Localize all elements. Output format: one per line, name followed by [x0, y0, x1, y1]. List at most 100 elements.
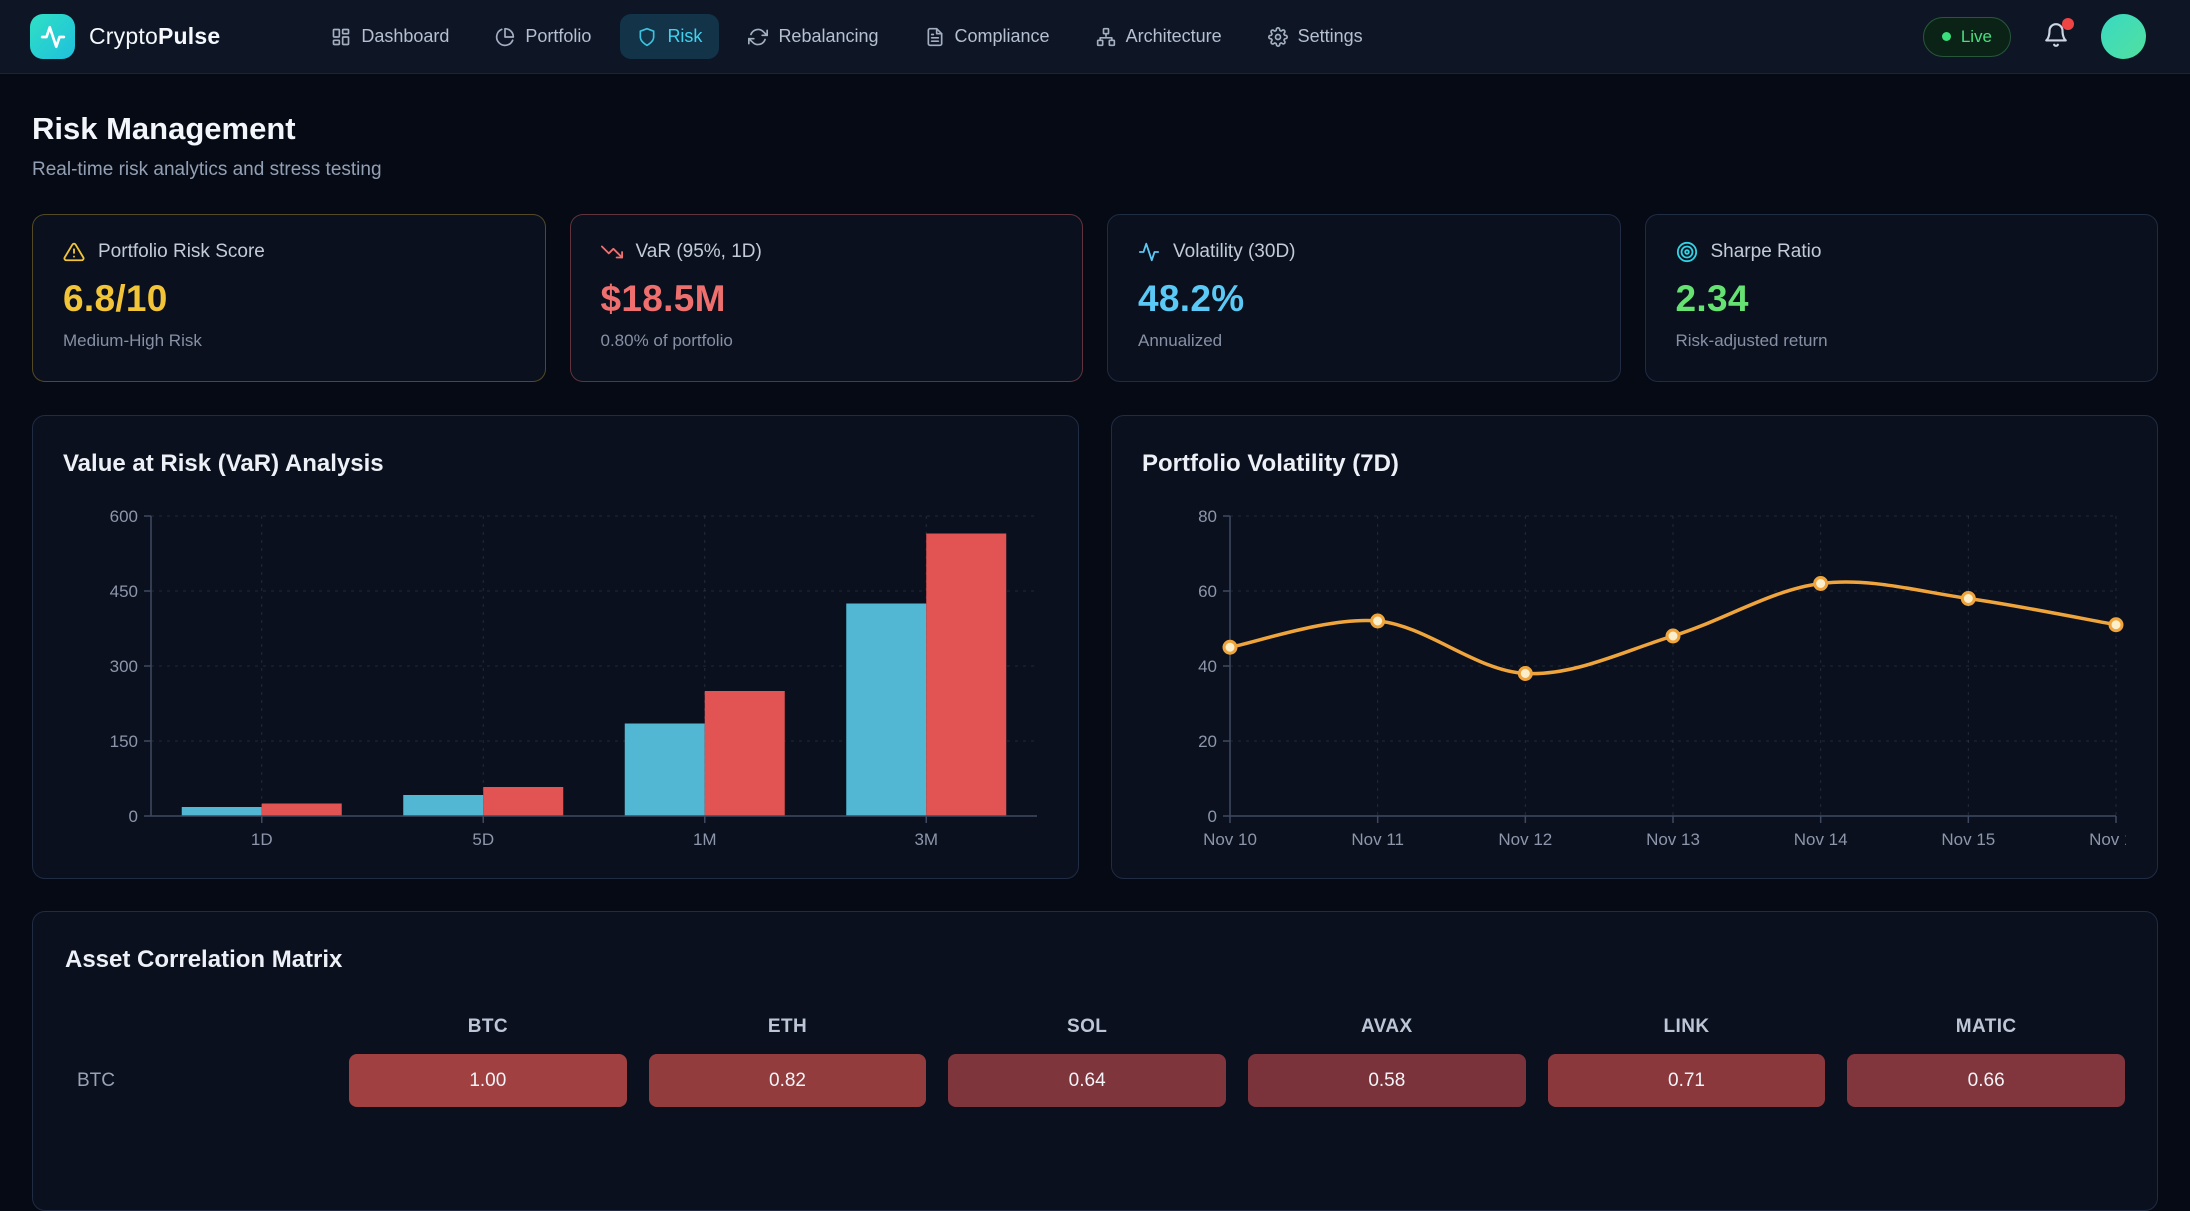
- matrix-cell: 0.64: [948, 1054, 1226, 1107]
- nav-item-label: Dashboard: [361, 26, 449, 47]
- charts-row: Value at Risk (VaR) Analysis 0 150 300 450 6…: [32, 415, 2158, 879]
- shield-icon: [637, 27, 657, 47]
- matrix-column-header-eth: ETH: [649, 1016, 927, 1038]
- nav-item-label: Rebalancing: [778, 26, 878, 47]
- document-icon: [925, 27, 945, 47]
- nav-item-label: Settings: [1298, 26, 1363, 47]
- gear-icon: [1268, 27, 1288, 47]
- svg-text:300: 300: [110, 657, 138, 676]
- stat-value: 48.2%: [1138, 278, 1590, 320]
- matrix-cell: 0.66: [1847, 1054, 2125, 1107]
- nav-item-settings[interactable]: Settings: [1251, 14, 1380, 59]
- nav-item-label: Portfolio: [525, 26, 591, 47]
- svg-text:3M: 3M: [914, 830, 938, 849]
- live-badge[interactable]: Live: [1923, 17, 2011, 57]
- stat-card-volatility: Volatility (30D)48.2%Annualized: [1107, 214, 1621, 382]
- nav-item-dashboard[interactable]: Dashboard: [314, 14, 466, 59]
- brand-name-regular: Crypto: [89, 23, 158, 49]
- nav-item-architecture[interactable]: Architecture: [1079, 14, 1239, 59]
- svg-text:80: 80: [1198, 507, 1217, 526]
- stat-label: Volatility (30D): [1173, 241, 1296, 263]
- nav-item-label: Risk: [667, 26, 702, 47]
- nav-item-portfolio[interactable]: Portfolio: [478, 14, 608, 59]
- stat-label: Sharpe Ratio: [1711, 241, 1822, 263]
- volatility-line-chart: 020406080Nov 10Nov 11Nov 12Nov 13Nov 14N…: [1142, 502, 2126, 854]
- stat-label-row: VaR (95%, 1D): [601, 241, 1053, 263]
- live-label: Live: [1961, 27, 1992, 47]
- matrix-column-header-sol: SOL: [948, 1016, 1226, 1038]
- stat-sub: 0.80% of portfolio: [601, 331, 1053, 351]
- matrix-title: Asset Correlation Matrix: [65, 946, 2125, 974]
- logo: [30, 14, 75, 59]
- stat-value: 6.8/10: [63, 278, 515, 320]
- page-subtitle: Real-time risk analytics and stress test…: [32, 159, 2158, 181]
- activity-icon: [40, 24, 66, 50]
- matrix-cell: 0.71: [1548, 1054, 1826, 1107]
- stat-label: Portfolio Risk Score: [98, 241, 265, 263]
- stat-label-row: Volatility (30D): [1138, 241, 1590, 263]
- matrix-column-header-btc: BTC: [349, 1016, 627, 1038]
- topbar-right: Live: [1923, 14, 2146, 59]
- var-bar-chart: 0 150 300 450 600 1D 5D 1M 3M: [63, 502, 1045, 854]
- stat-card-sharpe: Sharpe Ratio 2.34 Risk-adjusted return: [1645, 214, 2159, 382]
- svg-text:600: 600: [110, 507, 138, 526]
- brand[interactable]: CryptoPulse: [30, 14, 220, 59]
- svg-text:5D: 5D: [472, 830, 494, 849]
- matrix-cell: 1.00: [349, 1054, 627, 1107]
- target-icon: [1676, 241, 1698, 263]
- var-chart-card: Value at Risk (VaR) Analysis 0 150 300 450 6…: [32, 415, 1079, 879]
- var-chart-title: Value at Risk (VaR) Analysis: [63, 450, 1048, 478]
- svg-text:150: 150: [110, 732, 138, 751]
- matrix-row-label-btc: BTC: [65, 1070, 327, 1092]
- brand-name: CryptoPulse: [89, 23, 220, 50]
- svg-text:20: 20: [1198, 732, 1217, 751]
- svg-text:450: 450: [110, 582, 138, 601]
- matrix-column-header-link: LINK: [1548, 1016, 1826, 1038]
- risk-management-page: Risk Management Real-time risk analytics…: [0, 111, 2190, 1211]
- stat-label: VaR (95%, 1D): [636, 241, 762, 263]
- refresh-icon: [748, 27, 768, 47]
- trending-down-icon: [601, 241, 623, 263]
- stat-card-var: VaR (95%, 1D) $18.5M 0.80% of portfolio: [570, 214, 1084, 382]
- topbar: CryptoPulse Dashboard Portfolio Risk Rebala…: [0, 0, 2190, 74]
- pie-chart-icon: [495, 27, 515, 47]
- svg-text:40: 40: [1198, 657, 1217, 676]
- main-nav: Dashboard Portfolio Risk Rebalancing Complia…: [314, 14, 1379, 59]
- live-dot-icon: [1942, 32, 1951, 41]
- svg-text:0: 0: [1208, 807, 1217, 826]
- notification-dot: [2062, 18, 2074, 30]
- matrix-cell: 0.58: [1248, 1054, 1526, 1107]
- volatility-chart-card: Portfolio Volatility (7D) 020406080Nov 1…: [1111, 415, 2158, 879]
- matrix-column-header-avax: AVAX: [1248, 1016, 1526, 1038]
- svg-text:Nov 15: Nov 15: [1941, 830, 1995, 849]
- stat-card-risk-score: Portfolio Risk Score 6.8/10 Medium-High Ri…: [32, 214, 546, 382]
- nav-item-compliance[interactable]: Compliance: [908, 14, 1067, 59]
- warning-icon: [63, 241, 85, 263]
- stat-sub: Medium-High Risk: [63, 331, 515, 351]
- stat-value: 2.34: [1676, 278, 2128, 320]
- stat-sub: Risk-adjusted return: [1676, 331, 2128, 351]
- svg-text:1M: 1M: [693, 830, 717, 849]
- svg-text:Nov 11: Nov 11: [1351, 830, 1404, 849]
- nav-item-risk[interactable]: Risk: [620, 14, 719, 59]
- correlation-matrix-card: Asset Correlation Matrix BTC ETH SOL AVAX LI…: [32, 911, 2158, 1211]
- architecture-icon: [1096, 27, 1116, 47]
- stat-label-row: Portfolio Risk Score: [63, 241, 515, 263]
- notifications-button[interactable]: [2041, 20, 2071, 53]
- activity-icon: [1138, 241, 1160, 263]
- stat-label-row: Sharpe Ratio: [1676, 241, 2128, 263]
- svg-text:1D: 1D: [251, 830, 273, 849]
- svg-text:Nov 16: Nov 16: [2089, 830, 2126, 849]
- svg-text:0: 0: [129, 807, 138, 826]
- avatar[interactable]: [2101, 14, 2146, 59]
- nav-item-label: Compliance: [955, 26, 1050, 47]
- page-title: Risk Management: [32, 111, 2158, 147]
- svg-text:Nov 13: Nov 13: [1646, 830, 1700, 849]
- stat-value: $18.5M: [601, 278, 1053, 320]
- svg-text:Nov 14: Nov 14: [1794, 830, 1848, 849]
- volatility-chart-title: Portfolio Volatility (7D): [1142, 450, 2127, 478]
- matrix-column-header-matic: MATIC: [1847, 1016, 2125, 1038]
- nav-item-rebalancing[interactable]: Rebalancing: [731, 14, 895, 59]
- correlation-matrix-grid: BTCETHSOLAVAXLINKMATICBTC1.000.820.640.5…: [65, 1016, 2125, 1107]
- stats-row: Portfolio Risk Score 6.8/10 Medium-High Ri…: [32, 214, 2158, 382]
